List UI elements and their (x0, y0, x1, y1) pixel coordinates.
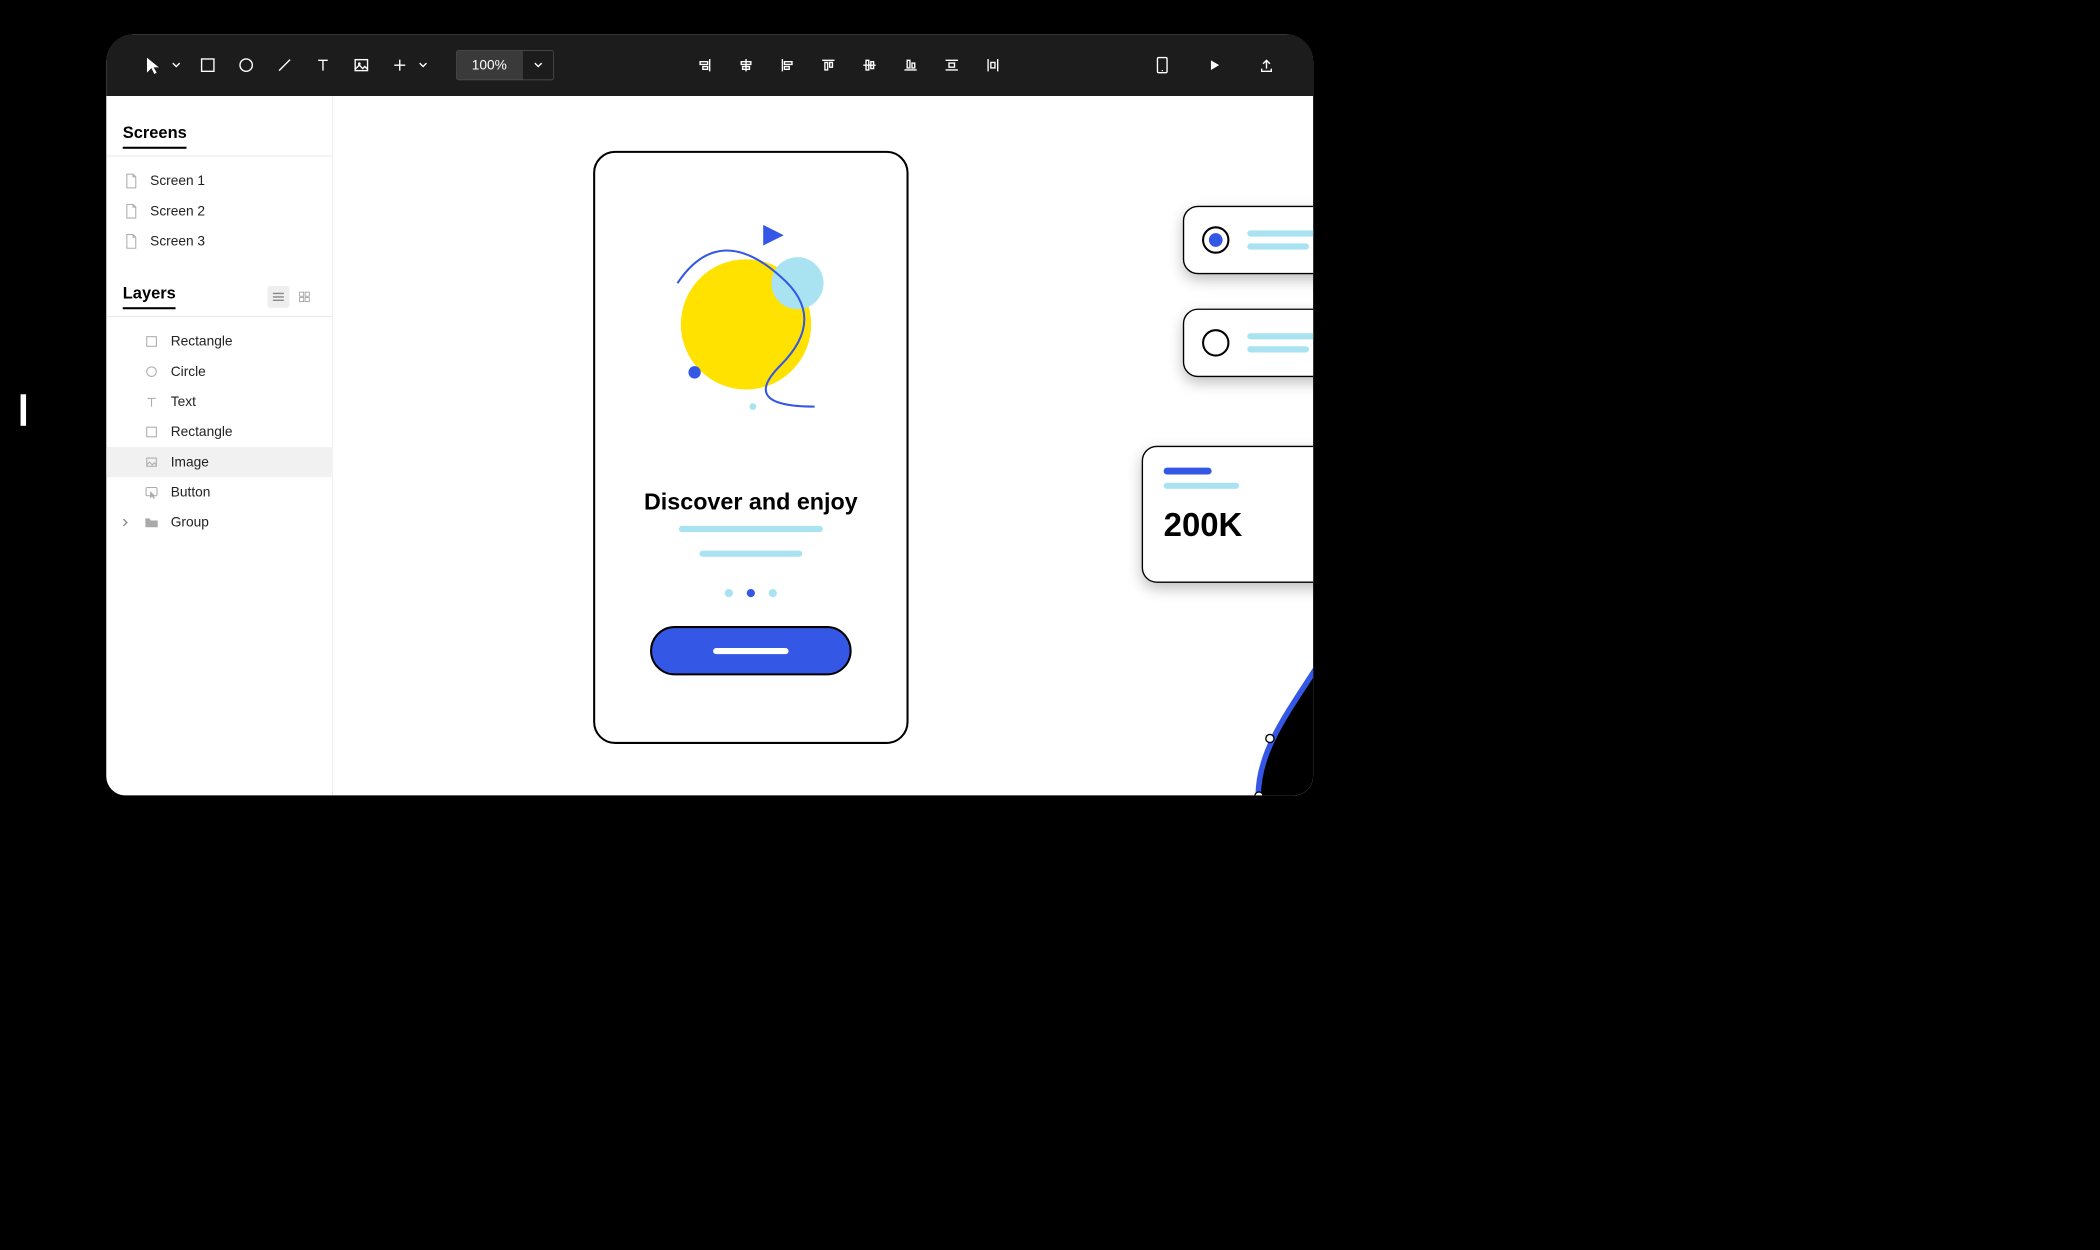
layer-item[interactable]: Rectangle (106, 417, 332, 447)
radio-selected-icon[interactable] (1202, 226, 1229, 253)
chevron-right-icon[interactable] (123, 518, 133, 526)
primary-button[interactable] (650, 626, 852, 675)
layer-item[interactable]: Text (106, 387, 332, 417)
list-view-icon[interactable] (267, 286, 289, 308)
card-text-placeholder (1247, 333, 1313, 352)
folder-icon (143, 514, 159, 530)
zoom-dropdown[interactable] (522, 51, 554, 80)
rectangle-tool[interactable] (189, 46, 227, 84)
stat-placeholder-bar (1164, 468, 1212, 475)
page-icon (123, 233, 139, 249)
layer-label: Rectangle (171, 424, 233, 440)
align-vcenter-icon[interactable] (850, 46, 888, 84)
screen-item[interactable]: Screen 2 (106, 196, 332, 226)
screen-label: Screen 1 (150, 173, 205, 189)
phone-artboard[interactable]: Discover and enjoy (593, 151, 908, 744)
line-tool[interactable] (265, 46, 303, 84)
layer-label: Text (171, 394, 196, 410)
circle-icon (143, 363, 159, 379)
align-bottom-icon[interactable] (891, 46, 929, 84)
screen-item[interactable]: Screen 3 (106, 226, 332, 256)
dot-icon[interactable] (769, 589, 777, 597)
ellipse-tool[interactable] (227, 46, 265, 84)
dot-icon[interactable] (724, 589, 732, 597)
rectangle-icon (143, 333, 159, 349)
layer-label: Group (171, 515, 209, 531)
screen-label: Screen 2 (150, 203, 205, 219)
device-preview-icon[interactable] (1143, 46, 1181, 84)
illustration (636, 194, 869, 434)
zoom-control[interactable]: 100% (456, 50, 554, 80)
stat-placeholder-bar (1164, 483, 1239, 489)
layer-label: Rectangle (171, 334, 233, 350)
radio-icon[interactable] (1202, 329, 1229, 356)
image-tool[interactable] (342, 46, 380, 84)
screen-item[interactable]: Screen 1 (106, 166, 332, 196)
screen-label: Screen 3 (150, 233, 205, 249)
pagination-dots[interactable] (595, 588, 906, 600)
button-label-placeholder (713, 648, 788, 654)
option-card[interactable] (1183, 309, 1313, 378)
card-text-placeholder (1247, 230, 1313, 249)
button-icon (143, 484, 159, 500)
align-right-icon[interactable] (685, 46, 723, 84)
align-left-icon[interactable] (768, 46, 806, 84)
distribute-vertical-icon[interactable] (932, 46, 970, 84)
layer-item-selected[interactable]: Image (106, 447, 332, 477)
share-button[interactable] (1247, 46, 1285, 84)
dot-active-icon[interactable] (747, 589, 755, 597)
layers-list: Rectangle Circle Text Rectangle (106, 324, 332, 565)
image-icon (143, 454, 159, 470)
zoom-value[interactable]: 100% (457, 51, 522, 80)
rectangle-icon (143, 424, 159, 440)
option-card-selected[interactable] (1183, 206, 1313, 275)
layer-label: Button (171, 484, 211, 500)
layers-title-text: Layers (123, 284, 176, 309)
vector-node[interactable] (1254, 791, 1264, 795)
layer-item-group[interactable]: Group (106, 507, 332, 537)
sidebar: Screens Screen 1 Screen 2 Screen 3 Laye (106, 96, 332, 795)
layer-item[interactable]: Button (106, 477, 332, 507)
canvas[interactable]: Discover and enjoy (333, 96, 1314, 795)
phone-headline: Discover and enjoy (595, 489, 906, 516)
distribute-horizontal-icon[interactable] (973, 46, 1011, 84)
align-top-icon[interactable] (809, 46, 847, 84)
alignment-group (685, 46, 1011, 84)
layer-item[interactable]: Circle (106, 357, 332, 387)
toolbar: 100% (106, 34, 1313, 96)
stat-card[interactable]: 200K (1142, 446, 1313, 583)
play-button[interactable] (1195, 46, 1233, 84)
flame-shape-editing[interactable] (1238, 645, 1313, 796)
page-icon (123, 173, 139, 189)
text-icon (143, 394, 159, 410)
layers-panel-title: Layers (106, 284, 332, 316)
layer-label: Circle (171, 364, 206, 380)
layer-label: Image (171, 454, 209, 470)
phone-subtext (595, 523, 906, 560)
text-cursor-icon (21, 394, 26, 426)
select-tool[interactable] (134, 46, 172, 84)
screens-list: Screen 1 Screen 2 Screen 3 (106, 163, 332, 284)
align-hcenter-icon[interactable] (727, 46, 765, 84)
app-window: 100% (106, 34, 1313, 795)
screens-panel-title: Screens (106, 123, 332, 155)
stat-value: 200K (1164, 507, 1313, 545)
grid-view-icon[interactable] (293, 286, 315, 308)
screens-title-text: Screens (123, 123, 187, 148)
text-tool[interactable] (304, 46, 342, 84)
page-icon (123, 203, 139, 219)
layer-item[interactable]: Rectangle (106, 326, 332, 356)
vector-node[interactable] (1265, 734, 1275, 744)
add-tool[interactable] (381, 46, 419, 84)
